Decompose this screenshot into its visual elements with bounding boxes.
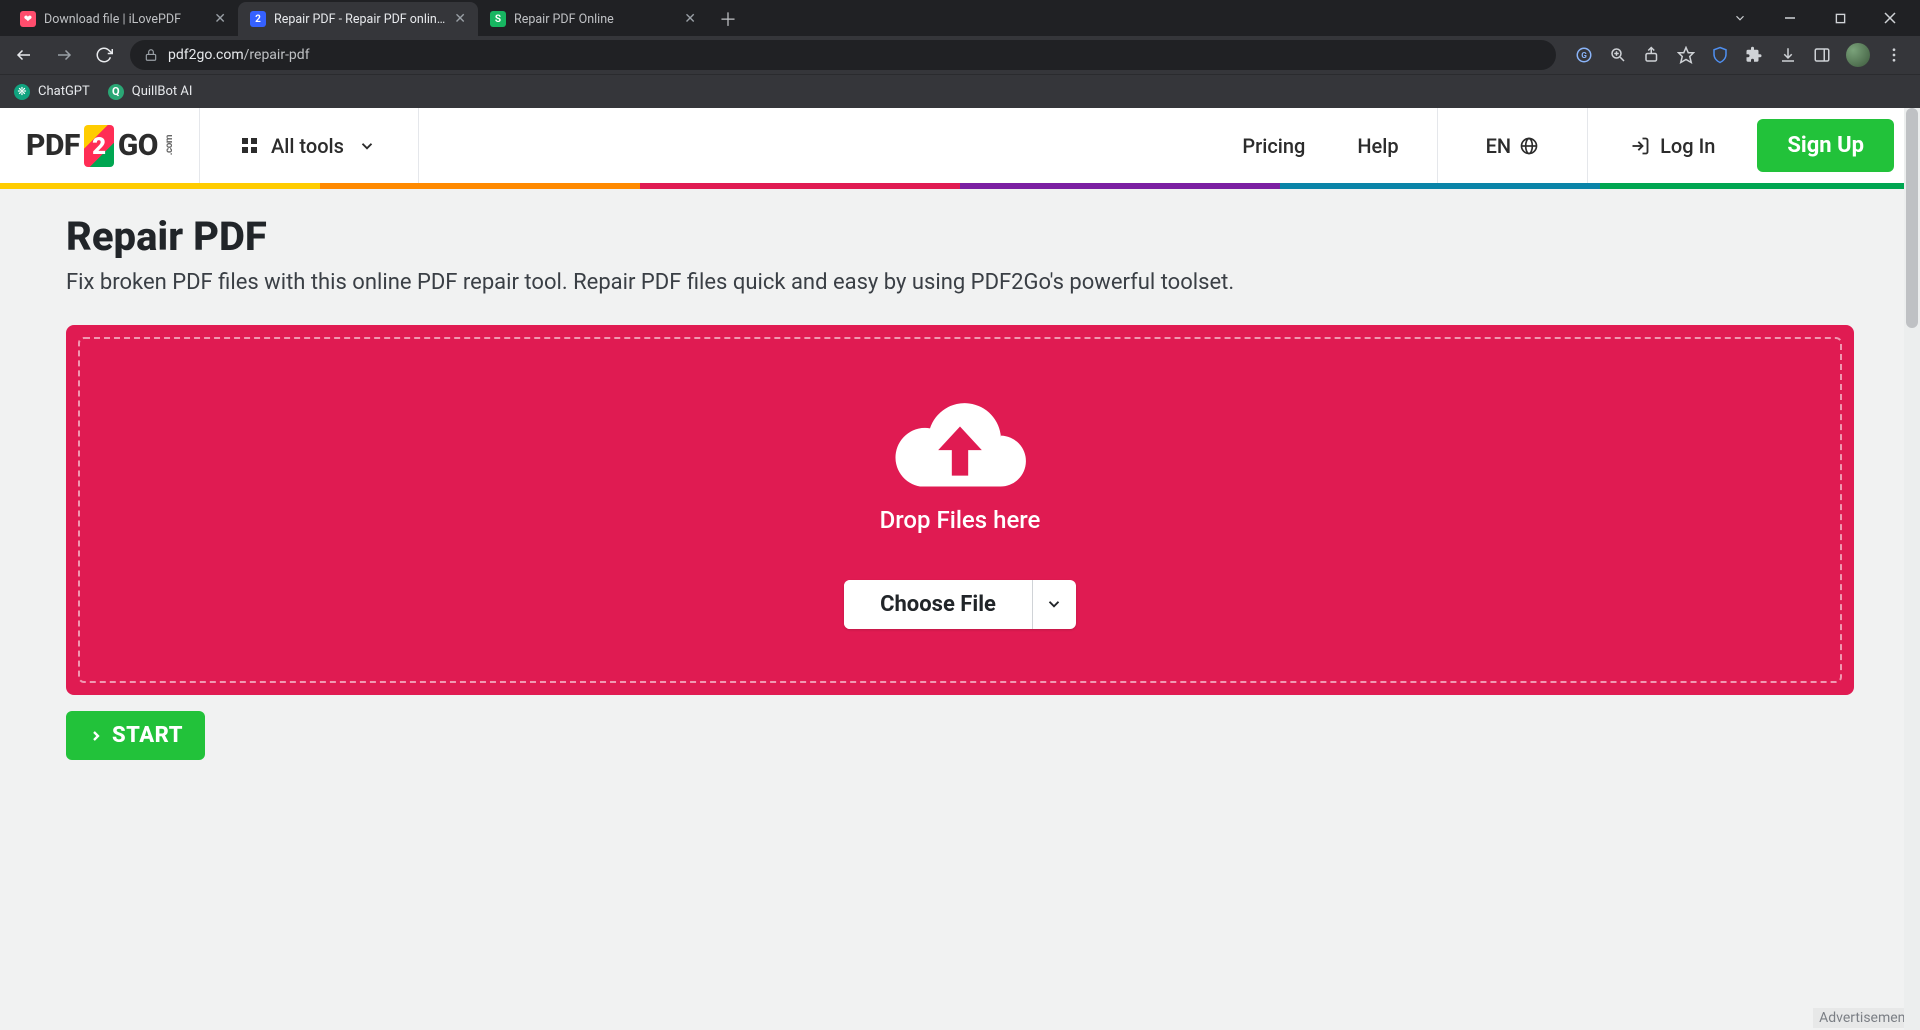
chatgpt-icon: ❋ bbox=[14, 84, 30, 100]
dropzone-label: Drop Files here bbox=[880, 506, 1041, 534]
chevron-down-icon bbox=[1045, 595, 1063, 613]
minimize-button[interactable] bbox=[1768, 3, 1812, 33]
star-icon[interactable] bbox=[1676, 45, 1696, 65]
page-title: Repair PDF bbox=[66, 213, 1854, 260]
site-logo[interactable]: PDF 2 GO .com bbox=[26, 125, 175, 167]
start-button[interactable]: START bbox=[66, 711, 205, 760]
globe-icon bbox=[1519, 136, 1539, 156]
bookmark-chatgpt[interactable]: ❋ ChatGPT bbox=[14, 84, 90, 100]
bookmarks-bar: ❋ ChatGPT Q QuillBot AI bbox=[0, 74, 1920, 108]
bookmark-quillbot[interactable]: Q QuillBot AI bbox=[108, 84, 193, 100]
toolbar-right: G bbox=[1568, 43, 1910, 67]
signup-label: Sign Up bbox=[1787, 133, 1864, 158]
chevron-down-icon bbox=[358, 137, 376, 155]
forward-button[interactable] bbox=[50, 41, 78, 69]
reload-button[interactable] bbox=[90, 41, 118, 69]
share-icon[interactable] bbox=[1642, 45, 1662, 65]
grid-icon bbox=[242, 138, 257, 153]
login-icon bbox=[1630, 136, 1650, 156]
choose-file-group: Choose File bbox=[844, 580, 1076, 629]
language-label: EN bbox=[1486, 134, 1512, 158]
shield-icon[interactable] bbox=[1710, 45, 1730, 65]
lock-icon bbox=[144, 48, 158, 62]
back-button[interactable] bbox=[10, 41, 38, 69]
login-label: Log In bbox=[1660, 134, 1715, 158]
login-button[interactable]: Log In bbox=[1612, 134, 1733, 158]
signup-button[interactable]: Sign Up bbox=[1757, 119, 1894, 172]
kebab-menu-icon[interactable] bbox=[1884, 45, 1904, 65]
page-viewport: PDF 2 GO .com All tools Pricing Help EN … bbox=[0, 108, 1920, 1030]
sidepanel-icon[interactable] bbox=[1812, 45, 1832, 65]
browser-tab[interactable]: S Repair PDF Online ✕ bbox=[478, 2, 708, 36]
tab-title: Repair PDF - Repair PDF online & bbox=[274, 12, 446, 27]
browser-tab[interactable]: 2 Repair PDF - Repair PDF online & ✕ bbox=[238, 2, 478, 36]
quillbot-icon: Q bbox=[108, 84, 124, 100]
url-field[interactable]: pdf2go.com/repair-pdf bbox=[130, 40, 1556, 70]
divider bbox=[1587, 108, 1588, 183]
choose-file-button[interactable]: Choose File bbox=[844, 580, 1032, 629]
advertisement-label: Advertisement bbox=[1813, 1008, 1916, 1028]
logo-suffix: .com bbox=[164, 135, 175, 155]
sejda-favicon-icon: S bbox=[490, 11, 506, 27]
all-tools-menu[interactable]: All tools bbox=[224, 134, 394, 158]
divider bbox=[1437, 108, 1438, 183]
close-icon[interactable]: ✕ bbox=[684, 12, 696, 26]
new-tab-button[interactable]: ＋ bbox=[714, 5, 742, 33]
nav-help[interactable]: Help bbox=[1343, 134, 1412, 158]
divider bbox=[199, 108, 200, 183]
svg-text:G: G bbox=[1581, 51, 1587, 61]
cloud-upload-icon bbox=[885, 392, 1035, 492]
logo-text-right: GO bbox=[118, 128, 158, 163]
logo-text-left: PDF bbox=[26, 128, 80, 163]
browser-tab-strip: ❤ Download file | iLovePDF ✕ 2 Repair PD… bbox=[0, 0, 1920, 36]
close-icon[interactable]: ✕ bbox=[454, 12, 466, 26]
logo-badge-icon: 2 bbox=[84, 125, 114, 167]
dropzone-inner: Drop Files here Choose File bbox=[78, 337, 1842, 683]
window-controls bbox=[1718, 0, 1920, 36]
chevron-down-icon[interactable] bbox=[1718, 3, 1762, 33]
start-label: START bbox=[112, 723, 183, 748]
file-dropzone[interactable]: Drop Files here Choose File bbox=[66, 325, 1854, 695]
all-tools-label: All tools bbox=[271, 134, 344, 158]
close-window-button[interactable] bbox=[1868, 3, 1912, 33]
close-icon[interactable]: ✕ bbox=[214, 12, 226, 26]
divider bbox=[418, 108, 419, 183]
main-content: Repair PDF Fix broken PDF files with thi… bbox=[0, 189, 1920, 760]
nav-pricing[interactable]: Pricing bbox=[1228, 134, 1319, 158]
zoom-icon[interactable] bbox=[1608, 45, 1628, 65]
address-bar: pdf2go.com/repair-pdf G bbox=[0, 36, 1920, 74]
bookmark-label: ChatGPT bbox=[38, 84, 90, 99]
page-subtitle: Fix broken PDF files with this online PD… bbox=[66, 270, 1854, 295]
site-header: PDF 2 GO .com All tools Pricing Help EN … bbox=[0, 108, 1920, 183]
choose-file-dropdown[interactable] bbox=[1032, 580, 1076, 629]
google-translate-icon[interactable]: G bbox=[1574, 45, 1594, 65]
tab-title: Repair PDF Online bbox=[514, 12, 676, 27]
pdf2go-favicon-icon: 2 bbox=[250, 11, 266, 27]
chevron-right-icon bbox=[88, 728, 104, 744]
bookmark-label: QuillBot AI bbox=[132, 84, 193, 99]
rainbow-divider bbox=[0, 183, 1920, 189]
language-selector[interactable]: EN bbox=[1462, 134, 1564, 158]
browser-tab[interactable]: ❤ Download file | iLovePDF ✕ bbox=[8, 2, 238, 36]
scrollbar[interactable] bbox=[1904, 108, 1920, 1030]
choose-file-label: Choose File bbox=[880, 592, 996, 617]
download-icon[interactable] bbox=[1778, 45, 1798, 65]
maximize-button[interactable] bbox=[1818, 3, 1862, 33]
tab-title: Download file | iLovePDF bbox=[44, 12, 206, 27]
heart-icon: ❤ bbox=[20, 11, 36, 27]
profile-avatar[interactable] bbox=[1846, 43, 1870, 67]
url-text: pdf2go.com/repair-pdf bbox=[168, 47, 310, 63]
scrollbar-thumb[interactable] bbox=[1906, 108, 1918, 328]
extensions-icon[interactable] bbox=[1744, 45, 1764, 65]
